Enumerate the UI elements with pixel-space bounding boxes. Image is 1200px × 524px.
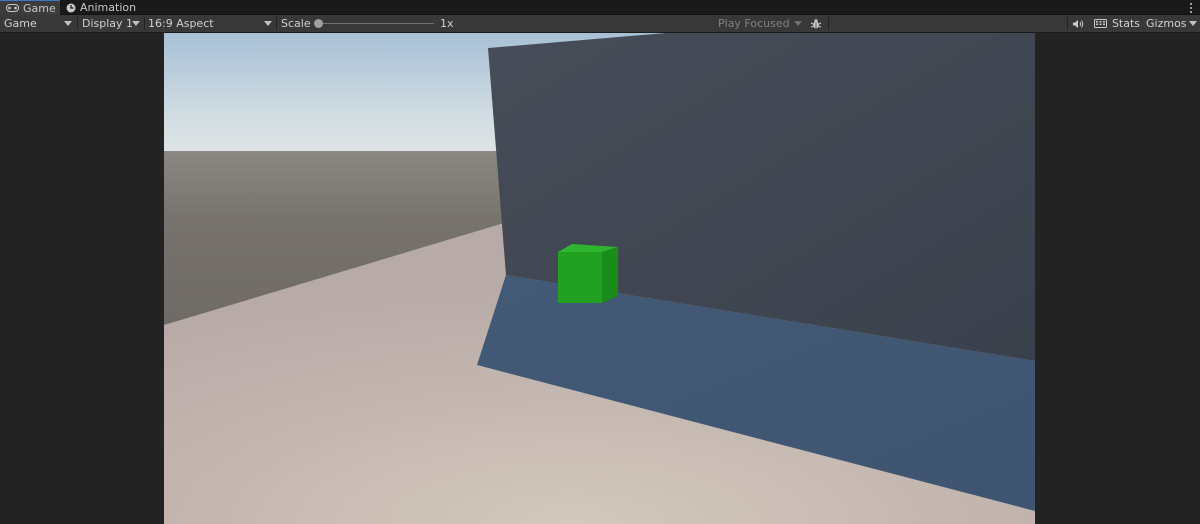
dropdown-label: Display 1 xyxy=(82,17,134,30)
letterbox-left xyxy=(0,33,164,524)
keyboard-icon[interactable] xyxy=(1090,15,1110,32)
chevron-down-icon xyxy=(132,21,140,26)
display-dropdown[interactable]: Display 1 xyxy=(78,15,144,32)
game-toolbar: Game Display 1 16:9 Aspect Scale 1x Play… xyxy=(0,15,1200,33)
scene-render xyxy=(164,33,1035,524)
tab-game[interactable]: Game xyxy=(0,0,60,15)
scale-value: 1x xyxy=(440,17,454,30)
scale-label: Scale xyxy=(281,17,311,30)
letterbox-right xyxy=(1035,33,1200,524)
tab-bar: Game Animation xyxy=(0,0,1200,15)
clock-icon xyxy=(66,3,76,13)
gamepad-icon xyxy=(6,4,19,12)
chevron-down-icon xyxy=(64,21,72,26)
speaker-icon[interactable] xyxy=(1068,15,1088,32)
scale-slider-track[interactable] xyxy=(318,23,434,24)
more-vertical-icon[interactable] xyxy=(1186,0,1196,15)
dropdown-label: Play Focused xyxy=(718,17,790,30)
play-mode-dropdown[interactable]: Play Focused xyxy=(714,15,806,32)
chevron-down-icon xyxy=(794,21,802,26)
dropdown-label: Gizmos xyxy=(1146,17,1187,30)
game-viewport[interactable] xyxy=(164,33,1035,524)
bug-icon[interactable] xyxy=(806,15,826,32)
dropdown-label: 16:9 Aspect xyxy=(148,17,214,30)
tab-animation[interactable]: Animation xyxy=(60,0,140,15)
tab-label: Game xyxy=(23,1,56,15)
chevron-down-icon xyxy=(264,21,272,26)
tab-label: Animation xyxy=(80,1,137,14)
stats-button[interactable]: Stats xyxy=(1110,15,1142,32)
gizmos-dropdown[interactable]: Gizmos xyxy=(1143,15,1200,32)
aspect-dropdown[interactable]: 16:9 Aspect xyxy=(144,15,276,32)
scale-slider-thumb[interactable] xyxy=(314,19,323,28)
game-view-dropdown[interactable]: Game xyxy=(0,15,76,32)
divider xyxy=(276,17,277,30)
dropdown-label: Game xyxy=(4,17,37,30)
chevron-down-icon xyxy=(1189,21,1197,26)
divider xyxy=(828,17,829,30)
unity-game-view: Game Animation Game Display 1 16:9 Aspec… xyxy=(0,0,1200,524)
green-cube xyxy=(558,244,618,303)
